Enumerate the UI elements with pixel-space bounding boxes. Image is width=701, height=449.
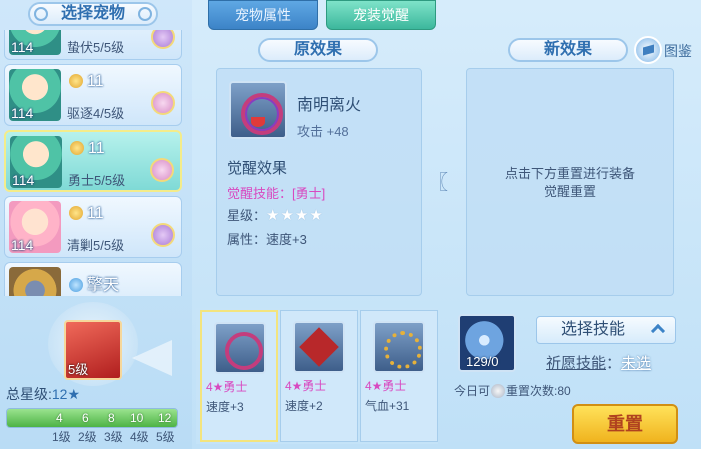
pet-skill-label: 勇士5/5级	[68, 173, 126, 188]
candidate-gear[interactable]: 4★勇士 气血+31	[360, 310, 438, 442]
bag-icon	[491, 384, 506, 398]
awaken-skill: 觉醒技能：[勇士]	[227, 186, 326, 201]
pet-power: 11	[70, 140, 105, 158]
reset-count: 今日可 重置次数:80	[454, 384, 571, 398]
ruby-necklace-icon	[214, 322, 266, 374]
pet-grade-badge-icon	[151, 91, 175, 115]
awaken-effect-title: 觉醒效果	[227, 160, 288, 177]
star-progress-bar	[6, 408, 178, 428]
chevron-up-icon	[650, 323, 666, 339]
candidate-gear-selected[interactable]: 4★勇士 速度+3	[200, 310, 278, 442]
star-progress-fill	[7, 409, 177, 427]
candidate-stat: 速度+2	[285, 399, 323, 413]
coin-icon	[70, 141, 84, 155]
progress-tick: 4	[56, 411, 63, 425]
star-icons: ★★★★	[266, 207, 324, 224]
pet-portrait: 114	[9, 69, 61, 121]
scroll-deco-icon	[138, 7, 152, 21]
item-stat: 攻击 +48	[297, 124, 349, 139]
star-rating: 星级：★★★★	[227, 207, 324, 224]
pet-select-title: 选择宠物	[28, 2, 158, 26]
star-level-area: 5级 总星级:12★ 4 6 8 10 12 1级 2级 3级 4级 5级	[0, 300, 192, 449]
wish-skill[interactable]: 祈愿技能：未选	[546, 352, 651, 373]
tab-pet-attributes[interactable]: 宠物属性	[208, 0, 318, 30]
reset-hint: 点击下方重置进行装备 觉醒重置	[504, 166, 635, 199]
original-effect-title: 原效果	[258, 38, 378, 62]
coin-icon	[69, 74, 83, 88]
scroll-deco-icon	[34, 7, 48, 21]
reset-orb-item[interactable]: 129/0	[458, 314, 516, 372]
level-label: 4级	[130, 430, 149, 444]
progress-tick: 8	[108, 411, 115, 425]
reset-button[interactable]: 重置	[572, 404, 678, 444]
pet-name: 擎天	[69, 271, 119, 295]
red-gem-icon	[293, 321, 345, 373]
pet-skill-label: 清剿5/5级	[67, 238, 125, 253]
gold-necklace-icon	[373, 321, 425, 373]
pet-grade-badge-icon	[150, 158, 174, 182]
pet-card[interactable]: 擎天	[4, 262, 182, 296]
pet-portrait: 114	[9, 201, 61, 253]
pet-power: 11	[69, 73, 104, 91]
gem-icon	[69, 278, 83, 292]
attribute-line: 属性：速度+3	[227, 232, 307, 247]
candidate-tag: 4★勇士	[285, 379, 327, 393]
new-effect-title: 新效果	[508, 38, 628, 62]
candidate-tag: 4★勇士	[365, 379, 407, 393]
pet-card[interactable]: 114 蛰伏5/5级	[4, 30, 182, 60]
candidate-stat: 气血+31	[365, 399, 410, 413]
pet-list[interactable]: 114 蛰伏5/5级 114 11 驱逐4/5级 114 11 勇士5/5级 1…	[4, 30, 184, 296]
progress-tick: 10	[130, 411, 144, 425]
item-name: 南明离火	[297, 97, 362, 114]
candidate-tag: 4★勇士	[206, 380, 248, 394]
candidate-gear-list: 4★勇士 速度+3 4★勇士 速度+2 4★勇士 气血+31	[196, 308, 438, 444]
pet-skill-label: 蛰伏5/5级	[67, 40, 125, 55]
pet-grade-badge-icon	[151, 30, 175, 49]
pet-card[interactable]: 114 11 清剿5/5级	[4, 196, 182, 258]
progress-tick: 6	[82, 411, 89, 425]
pointer-arrow-icon	[132, 340, 172, 376]
pet-skill-label: 驱逐4/5级	[67, 106, 125, 121]
pet-power: 11	[69, 205, 104, 223]
total-stars: 总星级:12★	[6, 386, 81, 402]
pet-portrait: 114	[10, 136, 62, 188]
scroll-separator-icon: 〖	[428, 172, 448, 194]
level-label: 2级	[78, 430, 97, 444]
original-effect-card: 南明离火 攻击 +48 觉醒效果 觉醒技能：[勇士] 星级：★★★★ 属性：速度…	[216, 68, 422, 296]
candidate-stat: 速度+3	[206, 400, 244, 414]
pet-card[interactable]: 114 11 驱逐4/5级	[4, 64, 182, 126]
select-skill-button[interactable]: 选择技能	[536, 316, 676, 344]
pet-portrait: 114	[9, 30, 61, 55]
pet-portrait	[9, 267, 61, 296]
pet-select-panel: 选择宠物 114 蛰伏5/5级 114 11 驱逐4/5级 114 11 勇士5…	[0, 0, 192, 449]
level-label: 1级	[52, 430, 71, 444]
candidate-gear[interactable]: 4★勇士 速度+2	[280, 310, 358, 442]
character-portrait: 5级	[64, 320, 122, 380]
coin-icon	[69, 206, 83, 220]
new-effect-card: 点击下方重置进行装备 觉醒重置	[466, 68, 674, 296]
level-label: 3级	[104, 430, 123, 444]
pet-grade-badge-icon	[151, 223, 175, 247]
pet-card-selected[interactable]: 114 11 勇士5/5级	[4, 130, 182, 192]
tab-gear-awaken[interactable]: 宠装觉醒	[326, 0, 436, 30]
atlas-button[interactable]: 图鉴	[634, 36, 694, 64]
level-label: 5级	[156, 430, 175, 444]
progress-tick: 12	[158, 411, 172, 425]
ruby-necklace-icon[interactable]	[229, 81, 287, 139]
book-icon	[634, 36, 662, 64]
